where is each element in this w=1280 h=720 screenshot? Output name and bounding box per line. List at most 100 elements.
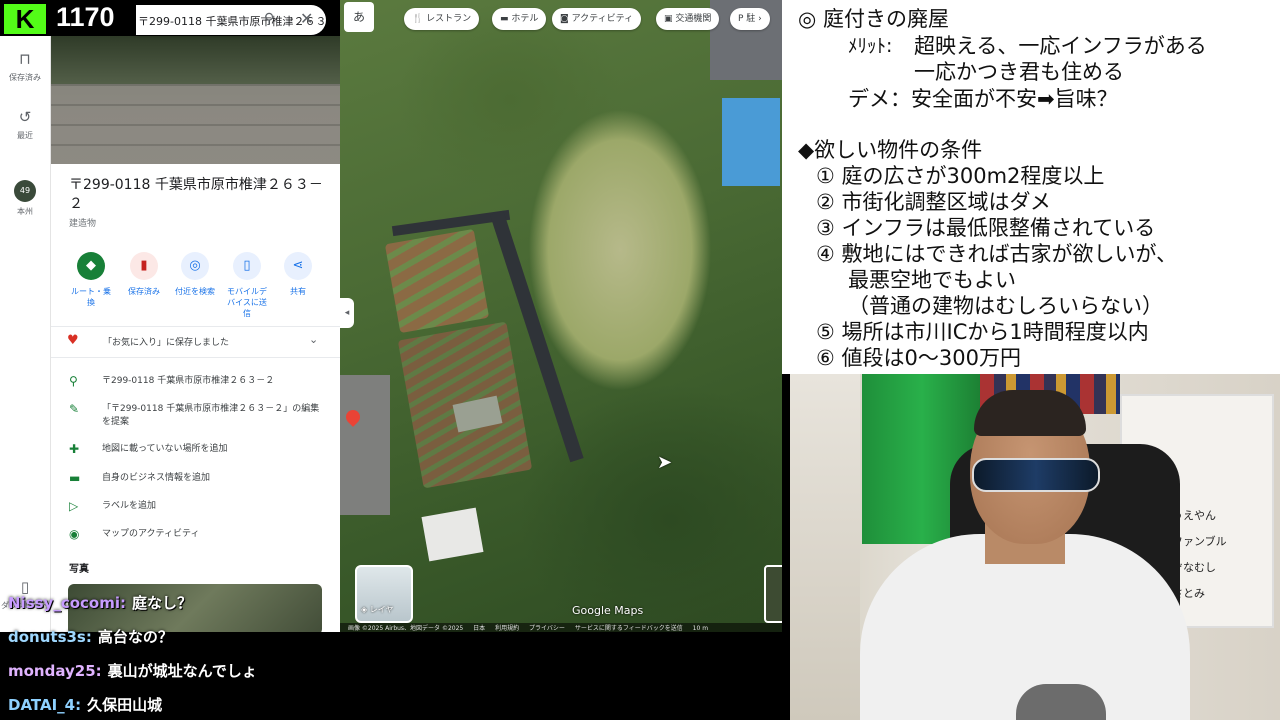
place-title: 〒299-0118 千葉県市原市椎津２６３－２: [69, 177, 323, 212]
info-suggest-edit-text: 「〒299-0118 千葉県市原市椎津２６３－２」の編集を提案: [102, 404, 320, 427]
chip-parking-label: 駐: [746, 14, 756, 24]
category-chips: 🍴 レストラン ▬ ホテル ◙ アクティビティ ▣ 交通機関 P 駐 ›: [380, 8, 782, 30]
room-shelf: [790, 374, 860, 720]
directions-label: ルート・乗換: [71, 287, 111, 307]
history-icon: ↺: [18, 108, 32, 126]
demerit-line: デメ：安全面が不安➡旨味？: [848, 87, 1118, 111]
notes-panel: ◎ 庭付きの廃屋 ﾒﾘｯﾄ: 超映える、一応インフラがある 一応かつき君も住める…: [782, 0, 1280, 374]
share-button[interactable]: ⋖ 共有: [275, 252, 321, 297]
saved-text: 「お気に入り」に保存しました: [103, 338, 230, 348]
transit-icon: ▣: [664, 14, 676, 24]
add-place-icon: ✚: [69, 442, 80, 456]
chat-username: donuts3s:: [8, 628, 92, 646]
chat-username: monday25:: [8, 662, 102, 680]
chip-activities[interactable]: ◙ アクティビティ: [552, 8, 642, 30]
search-input[interactable]: 〒299-0118 千葉県市原市椎津２６３ ⚲ ✕: [136, 5, 326, 35]
share-icon: ⋖: [284, 252, 312, 280]
chat-message: DATAI_4: 久保田山城: [8, 694, 162, 715]
nearby-button[interactable]: ◎ 付近を検索: [172, 252, 218, 297]
info-add-label-text: ラベルを追加: [102, 501, 157, 511]
edit-icon: ✎: [69, 402, 80, 416]
info-address-text: 〒299-0118 千葉県市原市椎津２６３－２: [102, 376, 275, 386]
activity-icon: ◉: [69, 527, 80, 541]
location-pin-icon: ⚲: [69, 374, 78, 388]
chevron-right-icon[interactable]: ›: [755, 14, 762, 24]
bookmark-icon: ▮: [130, 252, 158, 280]
business-icon: ▬: [69, 471, 81, 485]
chip-restaurants[interactable]: 🍴 レストラン: [404, 8, 480, 30]
share-label: 共有: [290, 287, 306, 296]
merit-line-2: 一応かつき君も住める: [914, 60, 1124, 84]
rail-saved[interactable]: ⊓ 保存済み: [0, 50, 50, 83]
send-to-phone-label: モバイルデバイスに送信: [227, 287, 267, 318]
member-name: ファンブル: [1172, 535, 1227, 548]
photos-heading: 写真: [69, 564, 89, 575]
rail-thumbnail: 49: [14, 180, 36, 202]
rail-recent[interactable]: ↺ 最近: [0, 108, 50, 141]
map-building: [340, 375, 390, 515]
chat-message: donuts3s: 高台なの？: [8, 626, 173, 647]
microphone: [1016, 684, 1106, 720]
kick-logo-icon: K: [4, 4, 46, 34]
rail-honshu-label: 本州: [17, 207, 33, 216]
sunglasses: [972, 458, 1100, 492]
nearby-icon: ◎: [181, 252, 209, 280]
close-icon[interactable]: ✕: [300, 9, 313, 28]
stream-viewer-badge: K 1170: [0, 0, 136, 36]
condition-5: ⑤ 場所は市川ICから1時間程度以内: [816, 320, 1149, 344]
send-to-phone-icon: ▯: [233, 252, 261, 280]
restaurant-icon: 🍴: [412, 14, 427, 24]
chip-transit-label: 交通機関: [675, 14, 712, 24]
bookmark-icon: ⊓: [19, 50, 31, 68]
rail-honshu[interactable]: 49 本州: [0, 180, 50, 217]
satellite-map[interactable]: ◂ ➤ あ 🍴 レストラン ▬ ホテル ◙ アクティビティ ▣ 交通機関 P 駐…: [340, 0, 782, 635]
webcam-feed: うえやん ファンブル ぞなむし さとみ: [790, 374, 1280, 720]
place-panel: 〒299-0118 千葉県市原市椎津２６３－２ 建造物 ◆ ルート・乗換 ▮ 保…: [51, 164, 340, 635]
streamer-hair: [974, 390, 1086, 436]
info-activity-text: マップのアクティビティ: [102, 529, 200, 539]
condition-1: ① 庭の広さが300m2程度以上: [816, 164, 1105, 188]
mouse-cursor-icon: ➤: [657, 452, 673, 473]
send-to-phone-button[interactable]: ▯ モバイルデバイスに送信: [224, 252, 270, 319]
condition-2: ② 市街化調整区域はダメ: [816, 190, 1051, 214]
input-tools-button[interactable]: あ: [344, 2, 374, 32]
chevron-down-icon[interactable]: ⌄: [309, 333, 318, 346]
chip-parking[interactable]: P 駐 ›: [730, 8, 770, 30]
chat-message: Nissy_cocomi: 庭なし？: [8, 592, 192, 613]
directions-button[interactable]: ◆ ルート・乗換: [68, 252, 114, 308]
conditions-heading: ◆欲しい物件の条件: [798, 138, 983, 162]
search-text: 〒299-0118 千葉県市原市椎津２６３: [138, 15, 327, 28]
hotel-icon: ▬: [500, 14, 512, 24]
saved-button[interactable]: ▮ 保存済み: [121, 252, 167, 297]
nearby-label: 付近を検索: [175, 287, 215, 296]
maps-side-rail: ⊓ 保存済み ↺ 最近 49 本州 ▯ ダウンロード: [0, 0, 51, 635]
viewer-count: 1170: [56, 2, 115, 32]
chat-username: DATAI_4:: [8, 696, 82, 714]
chip-restaurants-label: レストラン: [426, 14, 472, 24]
place-type: 建造物: [69, 219, 97, 229]
chip-transit[interactable]: ▣ 交通機関: [656, 8, 720, 30]
chat-message: monday25: 裏山が城址なんでしょ: [8, 660, 257, 681]
chat-text: 庭なし？: [132, 594, 193, 612]
collapse-panel-button[interactable]: ◂: [340, 298, 354, 328]
info-add-place-text: 地図に載っていない場所を追加: [102, 444, 228, 454]
chat-text: 裏山が城址なんでしょ: [107, 662, 257, 680]
condition-3: ③ インフラは最低限整備されている: [816, 216, 1156, 240]
map-pool: [722, 98, 780, 186]
map-building: [421, 507, 484, 562]
condition-4-note: （普通の建物はむしろいらない）: [848, 294, 1163, 318]
chip-hotels-label: ホテル: [511, 14, 539, 24]
condition-4-cont: 最悪空地でもよい: [848, 268, 1016, 292]
label-icon: ▷: [69, 499, 79, 513]
chip-hotels[interactable]: ▬ ホテル: [492, 8, 547, 30]
condition-4: ④ 敷地にはできれば古家が欲しいが、: [816, 242, 1178, 266]
search-icon[interactable]: ⚲: [264, 11, 274, 27]
chat-text: 久保田山城: [87, 696, 163, 714]
saved-label: 保存済み: [128, 287, 160, 296]
saved-list-row[interactable]: ♥ 「お気に入り」に保存しました ⌄: [51, 326, 340, 358]
merit-line-1: 超映える、一応インフラがある: [914, 34, 1207, 58]
info-add-business-text: 自身のビジネス情報を追加: [102, 473, 211, 483]
chat-username: Nissy_cocomi:: [8, 594, 126, 612]
place-photo-wall: [51, 84, 340, 164]
rail-recent-label: 最近: [17, 131, 33, 140]
